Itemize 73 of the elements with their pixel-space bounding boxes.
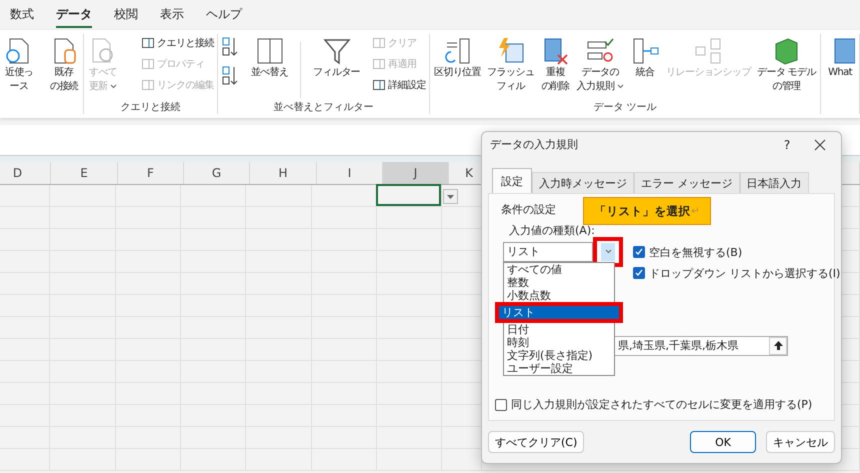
caret-icon [604, 249, 612, 254]
dialog-button[interactable]: OK [690, 431, 756, 453]
checkbox[interactable]: ドロップダウン リストから選択する(I) [633, 266, 840, 281]
checkbox[interactable]: 同じ入力規則が設定されたすべてのセルに変更を適用する(P) [495, 397, 812, 412]
caret-icon [447, 194, 454, 198]
checkbox[interactable]: 空白を無視する(B) [633, 244, 840, 260]
relationships-icon [693, 36, 724, 66]
list-option[interactable]: ユーザー設定 [504, 362, 614, 375]
group-label: クエリと接続 [120, 100, 182, 114]
list-arrow-button[interactable] [443, 189, 458, 204]
ribbon-button[interactable]: フィルター [312, 34, 362, 82]
caret-icon [110, 84, 118, 89]
dialog-title: データの入力規則 [490, 137, 579, 152]
up-arrow-icon [774, 341, 782, 350]
ribbon-button[interactable]: データの 入力規則 [576, 34, 625, 96]
command-icon [372, 78, 386, 92]
dialog-tab[interactable]: 日本語入力 [740, 172, 808, 193]
command-icon [372, 36, 386, 50]
column-header[interactable]: D [0, 162, 51, 184]
checkbox-icon[interactable] [633, 267, 645, 280]
ribbon-button[interactable]: データ モデル の管理 [756, 34, 817, 96]
ribbon-tab[interactable]: データ [56, 2, 92, 28]
sort-ascending-icon [221, 36, 239, 58]
sort-descending-icon [221, 65, 239, 87]
ribbon-button[interactable]: クエリと接続 [141, 36, 214, 50]
dialog-tab[interactable]: 入力時メッセージ [532, 172, 634, 193]
ribbon-tab[interactable]: 数式 [10, 2, 34, 28]
list-option[interactable]: 整数 [504, 276, 614, 289]
checkbox-icon[interactable] [633, 246, 645, 258]
dialog-button[interactable]: すべてクリア(C) [488, 431, 584, 453]
close-icon [814, 138, 826, 151]
ribbon-button[interactable]: 並べ替え [250, 34, 290, 82]
command-icon [141, 57, 155, 71]
ribbon-button[interactable]: 統合 [628, 34, 661, 82]
caret-icon [616, 84, 624, 89]
column-header[interactable]: H [250, 162, 317, 184]
list-option[interactable]: 時刻 [504, 336, 614, 349]
list-option[interactable]: リスト [499, 306, 619, 319]
dialog-tab[interactable]: エラー メッセージ [634, 172, 740, 193]
group-label: データ ツール [592, 101, 658, 114]
split-columns-icon [442, 36, 472, 66]
list-option[interactable]: すべての値 [504, 262, 614, 276]
command-icon [372, 57, 386, 71]
list-option[interactable]: 日付 [504, 322, 614, 336]
column-header[interactable]: J [383, 162, 449, 184]
column-header[interactable]: E [51, 162, 118, 184]
ribbon-button[interactable]: 既存 の接続 [48, 34, 80, 96]
dialog-button[interactable]: キャンセル [766, 431, 835, 453]
section-label: 条件の設定 [501, 202, 556, 217]
ribbon-button[interactable]: What [824, 34, 856, 82]
ribbon-button[interactable]: フラッシュ フィル [486, 34, 536, 96]
range-select-button[interactable] [769, 336, 787, 355]
ribbon-button[interactable]: 重複 の削除 [539, 34, 572, 96]
type-dropdown[interactable]: リスト [503, 242, 593, 262]
ribbon-tab[interactable]: ヘルプ [206, 2, 242, 28]
help-button[interactable]: ? [767, 138, 807, 152]
return-mark: ↵ [691, 206, 700, 216]
callout-text: 「リスト」を選択 [594, 204, 690, 218]
command-icon [141, 36, 155, 50]
list-option[interactable]: 小数点数 [504, 288, 614, 302]
column-header[interactable]: G [184, 162, 250, 184]
ribbon-tab[interactable]: 校閲 [114, 2, 138, 28]
group-label: 並べ替えとフィルター [272, 100, 374, 114]
dialog-tab[interactable]: 設定 [492, 168, 532, 193]
ribbon-button[interactable]: 近使っ ース [3, 34, 35, 96]
ribbon-tab[interactable]: 表示 [160, 2, 184, 28]
column-header[interactable]: F [118, 162, 184, 184]
dropdown-button[interactable] [601, 242, 615, 261]
command-icon [141, 78, 155, 92]
ribbon-button[interactable]: 詳細設定 [372, 78, 426, 92]
ribbon-button[interactable]: 区切り位置 [433, 34, 482, 82]
checkbox-icon[interactable] [495, 398, 507, 410]
field-label: 入力値の種類(A): [509, 222, 596, 238]
